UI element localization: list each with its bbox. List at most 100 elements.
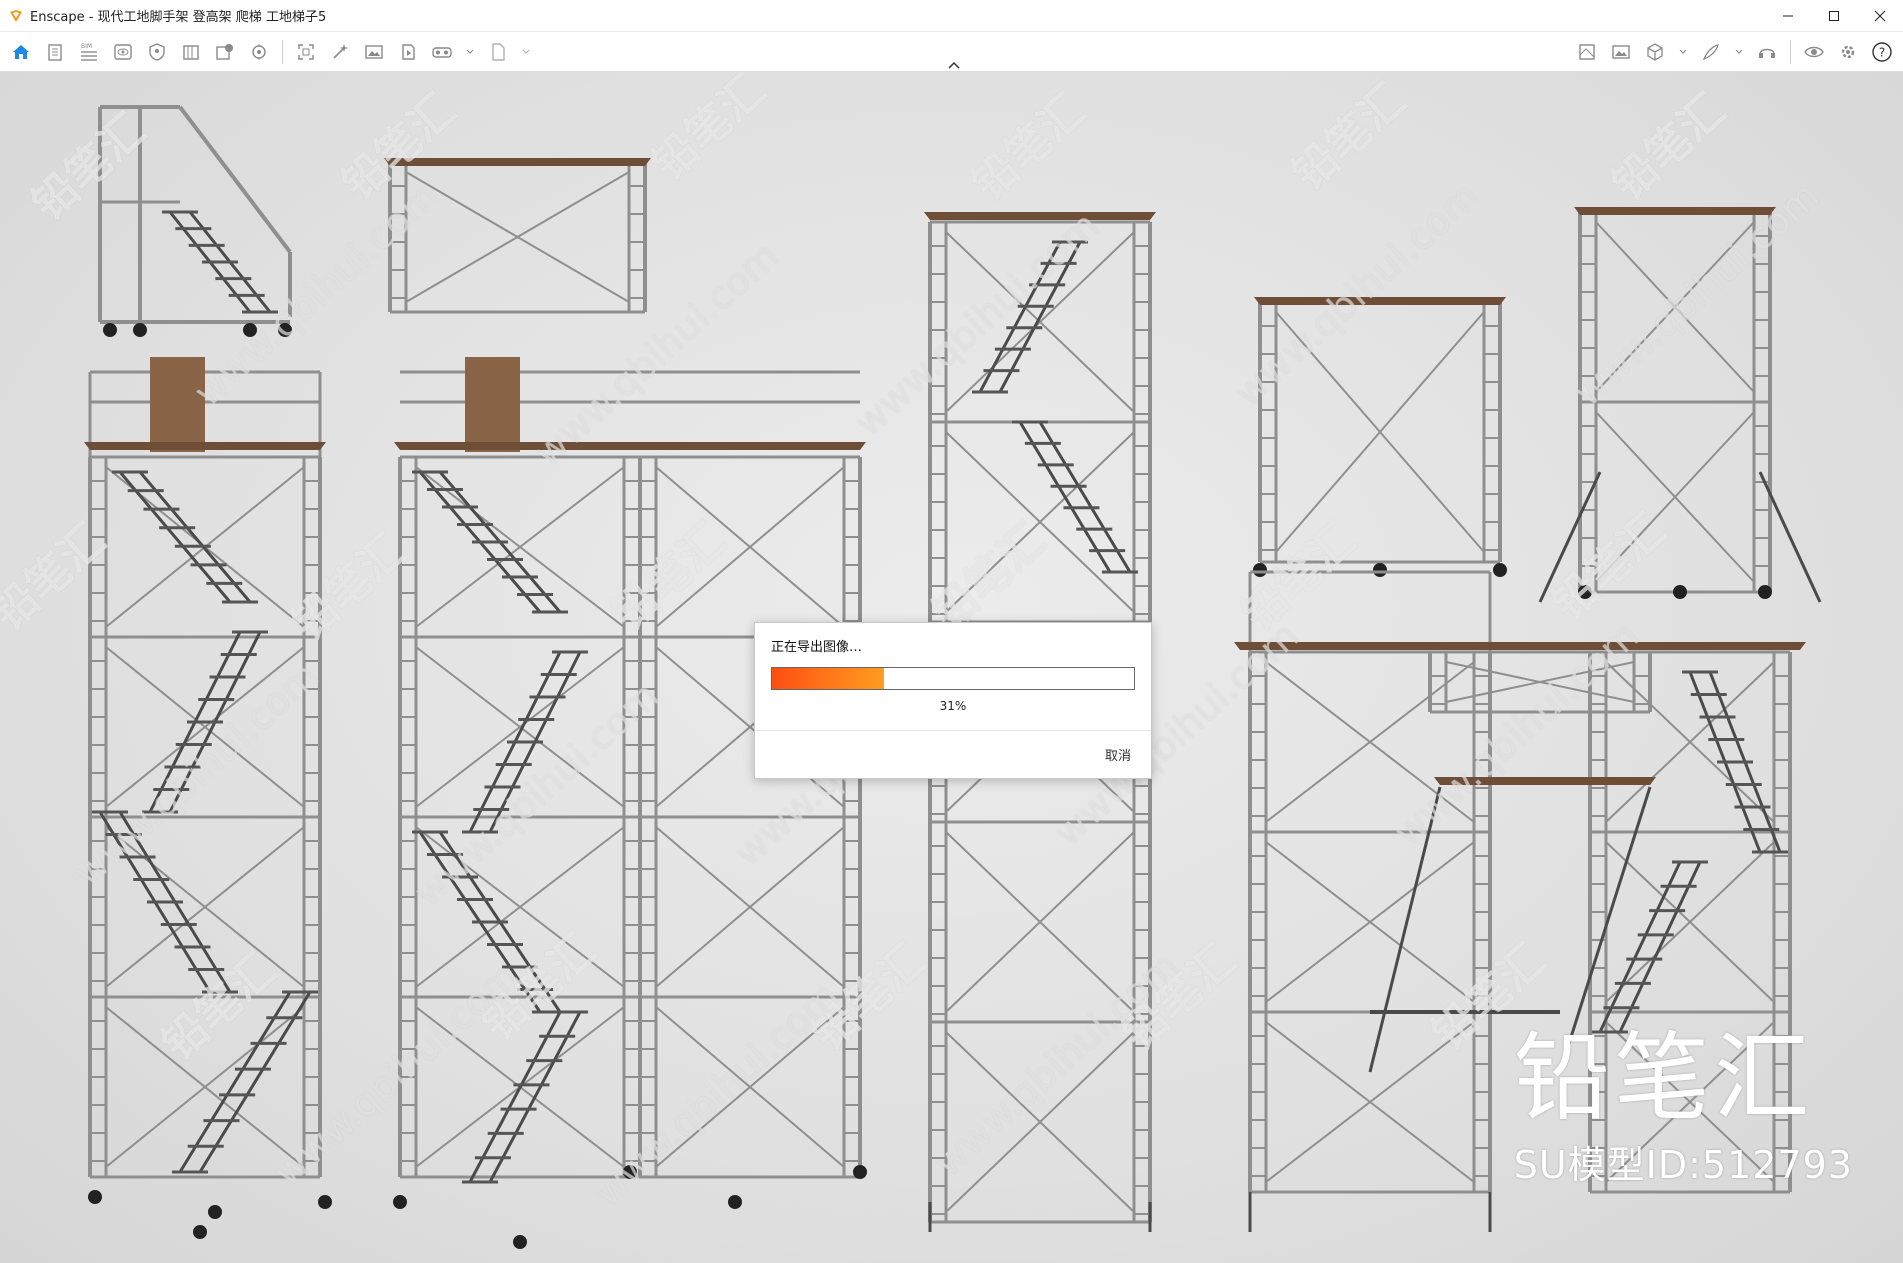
caster-wheel xyxy=(513,1235,527,1249)
scaffold-pipe xyxy=(178,105,292,254)
map-button[interactable] xyxy=(1570,36,1604,68)
export-progress-bar xyxy=(771,667,1135,690)
caster-wheel xyxy=(318,1195,332,1209)
caster-wheel xyxy=(623,1165,637,1179)
export-button[interactable] xyxy=(208,36,242,68)
wood-deck xyxy=(394,442,866,450)
caster-wheel xyxy=(1493,563,1507,577)
home-icon xyxy=(13,45,29,59)
caster-wheel xyxy=(1373,563,1387,577)
wood-board xyxy=(465,357,520,452)
visibility-button[interactable] xyxy=(1797,36,1831,68)
close-icon xyxy=(1874,10,1886,22)
video-icon xyxy=(402,44,415,60)
maximize-button[interactable] xyxy=(1811,0,1857,32)
feather-button[interactable] xyxy=(1694,36,1728,68)
minimize-icon xyxy=(1783,15,1793,17)
maximize-icon xyxy=(1829,11,1839,21)
progress-fill xyxy=(772,668,885,689)
chevron-down-icon xyxy=(466,49,474,54)
caster-wheel xyxy=(1758,585,1772,599)
video-button[interactable] xyxy=(391,36,425,68)
chevron-up-icon xyxy=(948,61,960,69)
caster-wheel xyxy=(133,323,147,337)
document-icon xyxy=(48,44,62,61)
wood-deck xyxy=(1434,777,1656,785)
library-icon xyxy=(183,45,199,60)
wood-deck xyxy=(84,442,326,450)
help-icon: ? xyxy=(1872,42,1892,62)
document-button[interactable] xyxy=(38,36,72,68)
render-viewport[interactable]: 铅笔汇 铅笔汇 铅笔汇 铅笔汇 铅笔汇 铅笔汇 铅笔汇 铅笔汇 铅笔汇 铅笔汇 铅笔汇 铅笔汇 铅笔汇铅… xyxy=(0,72,1903,1263)
exe-dropdown-button[interactable] xyxy=(515,36,537,68)
image-button[interactable] xyxy=(357,36,391,68)
caster-wheel xyxy=(88,1190,102,1204)
progress-percent-label: 31% xyxy=(939,699,967,713)
screenshot-button[interactable] xyxy=(289,36,323,68)
dialog-title: 正在导出图像… xyxy=(771,640,863,655)
toolbar-separator xyxy=(1790,40,1791,64)
minimize-button[interactable] xyxy=(1765,0,1811,32)
export-icon xyxy=(216,44,233,60)
dialog-separator xyxy=(755,730,1151,731)
wood-deck xyxy=(924,212,1156,220)
enscape-logo-icon xyxy=(10,9,22,22)
caster-wheel xyxy=(208,1205,222,1219)
wood-deck xyxy=(1574,207,1776,215)
svg-text:BIM: BIM xyxy=(81,43,92,50)
magic-wand-icon xyxy=(333,44,348,59)
settings-wheel-icon xyxy=(252,44,266,60)
image-gallery-icon xyxy=(1612,45,1630,59)
wood-deck xyxy=(384,158,651,166)
magic-wand-button[interactable] xyxy=(323,36,357,68)
map-icon xyxy=(1579,44,1595,60)
caster-wheel xyxy=(103,323,117,337)
caster-wheel xyxy=(193,1225,207,1239)
caster-wheel xyxy=(278,323,292,337)
shield-button[interactable] xyxy=(140,36,174,68)
screenshot-icon xyxy=(298,44,314,60)
cancel-button[interactable]: 取消 xyxy=(1105,745,1131,764)
close-button[interactable] xyxy=(1857,0,1903,32)
title-bar: Enscape - 现代工地脚手架 登高架 爬梯 工地梯子5 xyxy=(0,0,1903,32)
help-button[interactable]: ? xyxy=(1865,36,1899,68)
wood-board xyxy=(150,357,205,452)
view-button[interactable] xyxy=(106,36,140,68)
exe-export-button[interactable] xyxy=(481,36,515,68)
headset-icon xyxy=(1759,48,1775,58)
eye-icon xyxy=(1804,46,1824,58)
cube-button[interactable] xyxy=(1638,36,1672,68)
window-title: Enscape - 现代工地脚手架 登高架 爬梯 工地梯子5 xyxy=(30,10,327,25)
cube-icon xyxy=(1647,43,1663,61)
exe-export-icon xyxy=(492,43,505,61)
gear-icon xyxy=(1841,45,1855,59)
caster-wheel xyxy=(243,323,257,337)
caster-wheel xyxy=(1253,563,1267,577)
image-icon xyxy=(365,45,383,59)
brand-logo: 铅笔汇 xyxy=(1513,1022,1814,1134)
caster-wheel xyxy=(1673,585,1687,599)
bim-button[interactable]: BIM xyxy=(72,36,106,68)
vr-headset-icon xyxy=(432,47,452,58)
collapse-toolbar-button[interactable] xyxy=(940,58,968,72)
vr-dropdown-button[interactable] xyxy=(459,36,481,68)
export-progress-dialog: 正在导出图像… 31% 取消 xyxy=(754,622,1152,779)
toolbar-right-group: ? xyxy=(1570,32,1899,72)
headset-button[interactable] xyxy=(1750,36,1784,68)
gallery-button[interactable] xyxy=(1604,36,1638,68)
toolbar-separator xyxy=(282,40,283,64)
model-id-label: SU模型ID:512793 xyxy=(1513,1143,1853,1187)
render-settings-button[interactable] xyxy=(242,36,276,68)
shield-icon xyxy=(149,43,165,61)
window-controls xyxy=(1765,0,1903,32)
vr-headset-button[interactable] xyxy=(425,36,459,68)
feather-dropdown-button[interactable] xyxy=(1728,36,1750,68)
cube-dropdown-button[interactable] xyxy=(1672,36,1694,68)
wood-deck xyxy=(1234,642,1806,650)
settings-button[interactable] xyxy=(1831,36,1865,68)
library-button[interactable] xyxy=(174,36,208,68)
chevron-down-icon xyxy=(522,49,530,54)
brand-watermark: 铅笔汇 SU模型ID:512793 xyxy=(1514,1030,1853,1189)
caster-wheel xyxy=(1578,585,1592,599)
home-button[interactable] xyxy=(4,36,38,68)
